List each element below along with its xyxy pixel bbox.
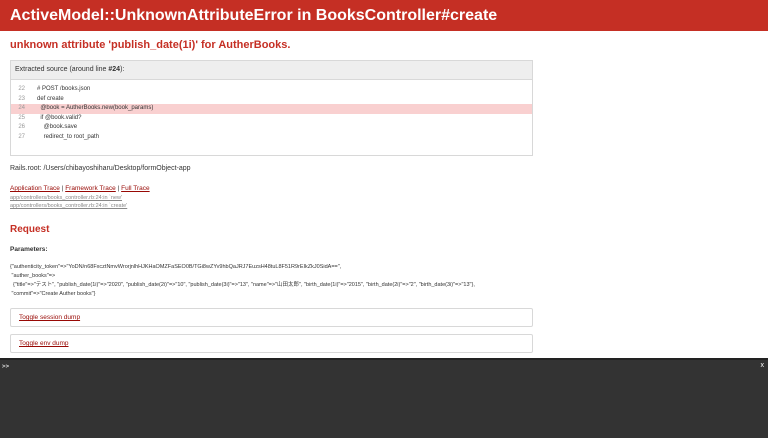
source-code: 22 # POST /books.json 23 def create 24 @bo… <box>11 80 532 142</box>
toggle-session-dump-link[interactable]: Toggle session dump <box>19 314 80 321</box>
rails-root: Rails.root: /Users/chibayoshiharu/Deskto… <box>10 165 191 172</box>
line-code: def create <box>37 95 64 102</box>
application-trace-link[interactable]: Application Trace <box>10 185 60 192</box>
trace-separator: | <box>61 185 64 192</box>
line-code: redirect_to root_path <box>37 133 100 140</box>
close-icon[interactable]: x <box>761 362 765 369</box>
trace-links: Application Trace | Framework Trace | Fu… <box>10 185 758 192</box>
source-line: 25 if @book.valid? <box>11 114 532 124</box>
error-message: unknown attribute 'publish_date(1i)' for… <box>10 39 291 51</box>
extracted-source-header: Extracted source (around line #24): <box>11 61 532 80</box>
source-line-highlighted: 24 @book = AutherBooks.new(book_params) <box>11 104 532 114</box>
extracted-source-panel: Extracted source (around line #24): 22 # … <box>10 60 533 156</box>
params-line: {"title"=>"テスト", "publish_date(1i)"=>"20… <box>10 282 475 288</box>
params-line: {"authenticity_token"=>"YoDN/n68FxcztNmv… <box>10 264 342 270</box>
source-line: 26 @book.save <box>11 123 532 133</box>
line-code: if @book.valid? <box>37 114 82 121</box>
parameters-dump: {"authenticity_token"=>"YoDN/n68FxcztNmv… <box>10 263 758 299</box>
web-console[interactable]: >> x <box>0 358 768 438</box>
source-line: 22 # POST /books.json <box>11 85 532 95</box>
line-number: 26 <box>18 124 25 130</box>
line-number: 23 <box>18 95 25 102</box>
parameters-label: Parameters: <box>10 246 48 253</box>
params-line: "auther_books"=> <box>10 273 56 279</box>
console-prompt[interactable]: >> <box>2 363 9 370</box>
source-line: 27 redirect_to root_path <box>11 133 532 143</box>
line-code: # POST /books.json <box>37 86 91 92</box>
trace-separator: | <box>117 185 120 192</box>
line-code: @book.save <box>37 124 78 130</box>
trace-line[interactable]: app/controllers/books_controller.rb:24:i… <box>10 203 758 209</box>
params-line: "commit"=>"Create Auther books"} <box>10 291 96 297</box>
line-number: 25 <box>18 114 25 121</box>
env-dump-panel: Toggle env dump <box>10 334 533 353</box>
error-header: ActiveModel::UnknownAttributeError in Bo… <box>0 0 768 31</box>
request-heading: Request <box>10 224 50 235</box>
source-line-ref: #24 <box>108 66 121 73</box>
framework-trace-link[interactable]: Framework Trace <box>65 185 116 192</box>
error-title: ActiveModel::UnknownAttributeError in Bo… <box>10 7 498 24</box>
full-trace-link[interactable]: Full Trace <box>121 185 150 192</box>
line-number: 27 <box>18 133 25 140</box>
line-number: 22 <box>18 86 25 92</box>
source-line: 23 def create <box>11 95 532 105</box>
trace-line[interactable]: app/controllers/books_controller.rb:24:i… <box>10 195 758 201</box>
line-code: @book = AutherBooks.new(book_params) <box>37 105 154 111</box>
line-number: 24 <box>18 105 25 111</box>
session-dump-panel: Toggle session dump <box>10 308 533 327</box>
toggle-env-dump-link[interactable]: Toggle env dump <box>19 340 69 347</box>
main-content: unknown attribute 'publish_date(1i)' for… <box>10 31 758 353</box>
